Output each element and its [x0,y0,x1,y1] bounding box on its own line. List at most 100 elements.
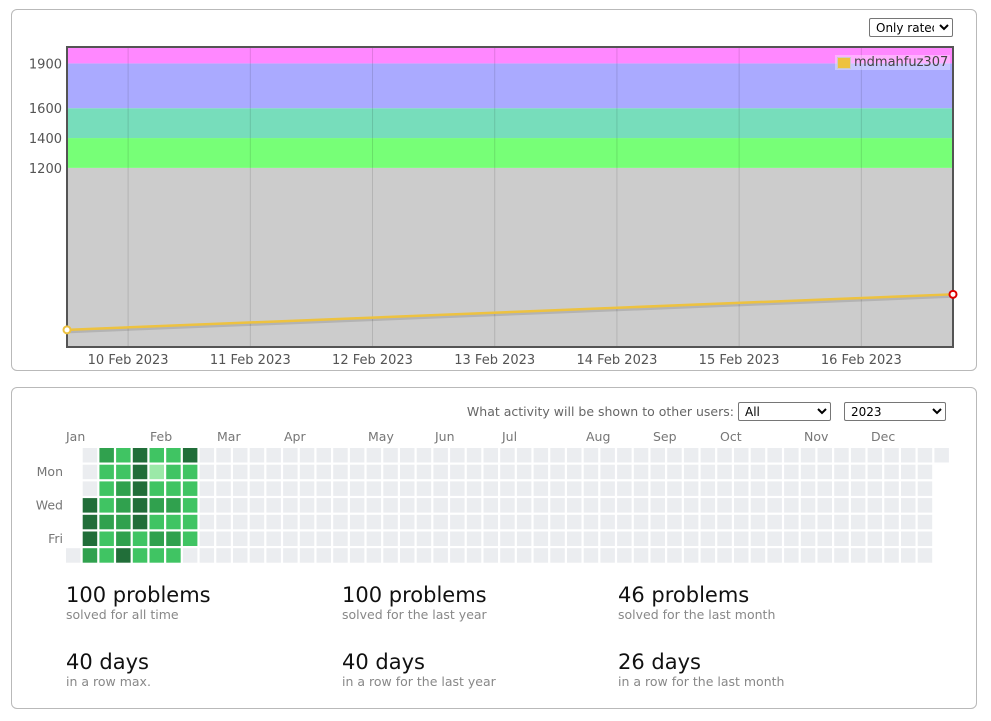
heatmap-day-cell [116,464,131,480]
heatmap-day-cell [516,498,532,513]
x-tick-label: 15 Feb 2023 [699,353,780,368]
heatmap-day-cell [683,531,699,546]
heatmap-day-cell [349,531,365,546]
heatmap-day-cell [583,531,599,546]
heatmap-day-cell [750,481,766,496]
heatmap-day-cell [617,498,632,513]
month-label: Sep [653,429,677,444]
stat-value: 46 problems [618,583,750,607]
heatmap-day-cell [383,548,398,563]
heatmap-day-cell [333,481,348,496]
heatmap-day-cell [784,464,799,480]
heatmap-day-cell [516,548,532,563]
heatmap-day-cell [834,448,849,463]
heatmap-day-cell [333,514,348,530]
heatmap-day-cell [667,464,682,480]
heatmap-day-cell [717,531,732,546]
heatmap-day-cell [600,531,615,546]
heatmap-day-cell [400,464,415,480]
heatmap-day-cell [901,498,916,513]
heatmap-day-cell [233,448,248,463]
heatmap-day-cell [633,548,649,563]
heatmap-day-cell [734,481,749,496]
heatmap-day-cell [299,481,315,496]
heatmap-day-cell [199,498,215,513]
heatmap-day-cell [349,481,365,496]
heatmap-day-cell [316,498,331,513]
heatmap-day-cell [233,498,248,513]
heatmap-day-cell [667,481,682,496]
heatmap-day-cell [500,531,515,546]
heatmap-day-cell [450,498,465,513]
heatmap-day-cell [516,531,532,546]
y-tick-label: 1600 [29,102,62,117]
stat-value: 100 problems [342,583,487,607]
month-label: Oct [720,429,742,444]
heatmap-day-cell [884,498,899,513]
heatmap-day-cell [700,448,716,463]
heatmap-day-cell [901,531,916,546]
heatmap-day-cell [717,464,732,480]
heatmap-day-cell [817,464,832,480]
y-tick-label: 1900 [29,57,62,72]
heatmap-day-cell [466,498,482,513]
heatmap-day-cell [867,531,883,546]
heatmap-day-cell [567,531,582,546]
heatmap-day-cell [917,448,933,463]
heatmap-day-cell [216,498,231,513]
heatmap-day-cell [550,448,565,463]
heatmap-day-cell [333,548,348,563]
heatmap-day-cell [567,514,582,530]
heatmap-day-cell [533,448,549,463]
heatmap-day-cell [349,464,365,480]
heatmap-day-cell [266,531,281,546]
heatmap-day-cell [316,464,331,480]
heatmap-day-cell [633,498,649,513]
heatmap-day-cell [717,481,732,496]
heatmap-day-cell [617,448,632,463]
stat-last-month-streak: 26 days in a row for the last month [618,650,784,690]
heatmap-day-cell [767,448,782,463]
heatmap-day-cell [633,464,649,480]
heatmap-day-cell [784,498,799,513]
heatmap-day-cell [166,464,181,480]
heatmap-day-cell [182,448,198,463]
heatmap-day-cell [132,448,148,463]
stat-all-time-problems: 100 problems solved for all time [66,583,211,623]
heatmap-day-cell [683,548,699,563]
heatmap-day-cell [216,448,231,463]
heatmap-day-cell [466,448,482,463]
heatmap-day-cell [734,531,749,546]
rating-band-0 [67,167,953,347]
heatmap-day-cell [116,514,131,530]
heatmap-day-cell [416,514,432,530]
heatmap-day-cell [884,531,899,546]
heatmap-day-cell [500,464,515,480]
heatmap-day-cell [450,514,465,530]
heatmap-day-cell [99,514,114,530]
heatmap-day-cell [884,548,899,563]
heatmap-day-cell [767,481,782,496]
heatmap-day-cell [734,448,749,463]
chart-legend: mdmahfuz307 [835,55,951,70]
heatmap-day-cell [283,514,298,530]
heatmap-day-cell [700,464,716,480]
stat-value: 100 problems [66,583,211,607]
heatmap-day-cell [884,464,899,480]
heatmap-day-cell [82,481,98,496]
heatmap-day-cell [500,548,515,563]
heatmap-day-cell [149,514,164,530]
heatmap-day-cell [917,514,933,530]
heatmap-day-cell [483,464,498,480]
heatmap-day-cell [583,548,599,563]
heatmap-day-cell [650,514,665,530]
heatmap-day-cell [316,531,331,546]
heatmap-day-cell [366,531,382,546]
heatmap-day-cell [750,448,766,463]
heatmap-day-cell [433,481,448,496]
rating-filter-select[interactable]: Only rated [869,18,953,37]
stat-value: 40 days [342,650,425,674]
heatmap-day-cell [917,498,933,513]
heatmap-day-cell [500,481,515,496]
heatmap-day-cell [416,548,432,563]
